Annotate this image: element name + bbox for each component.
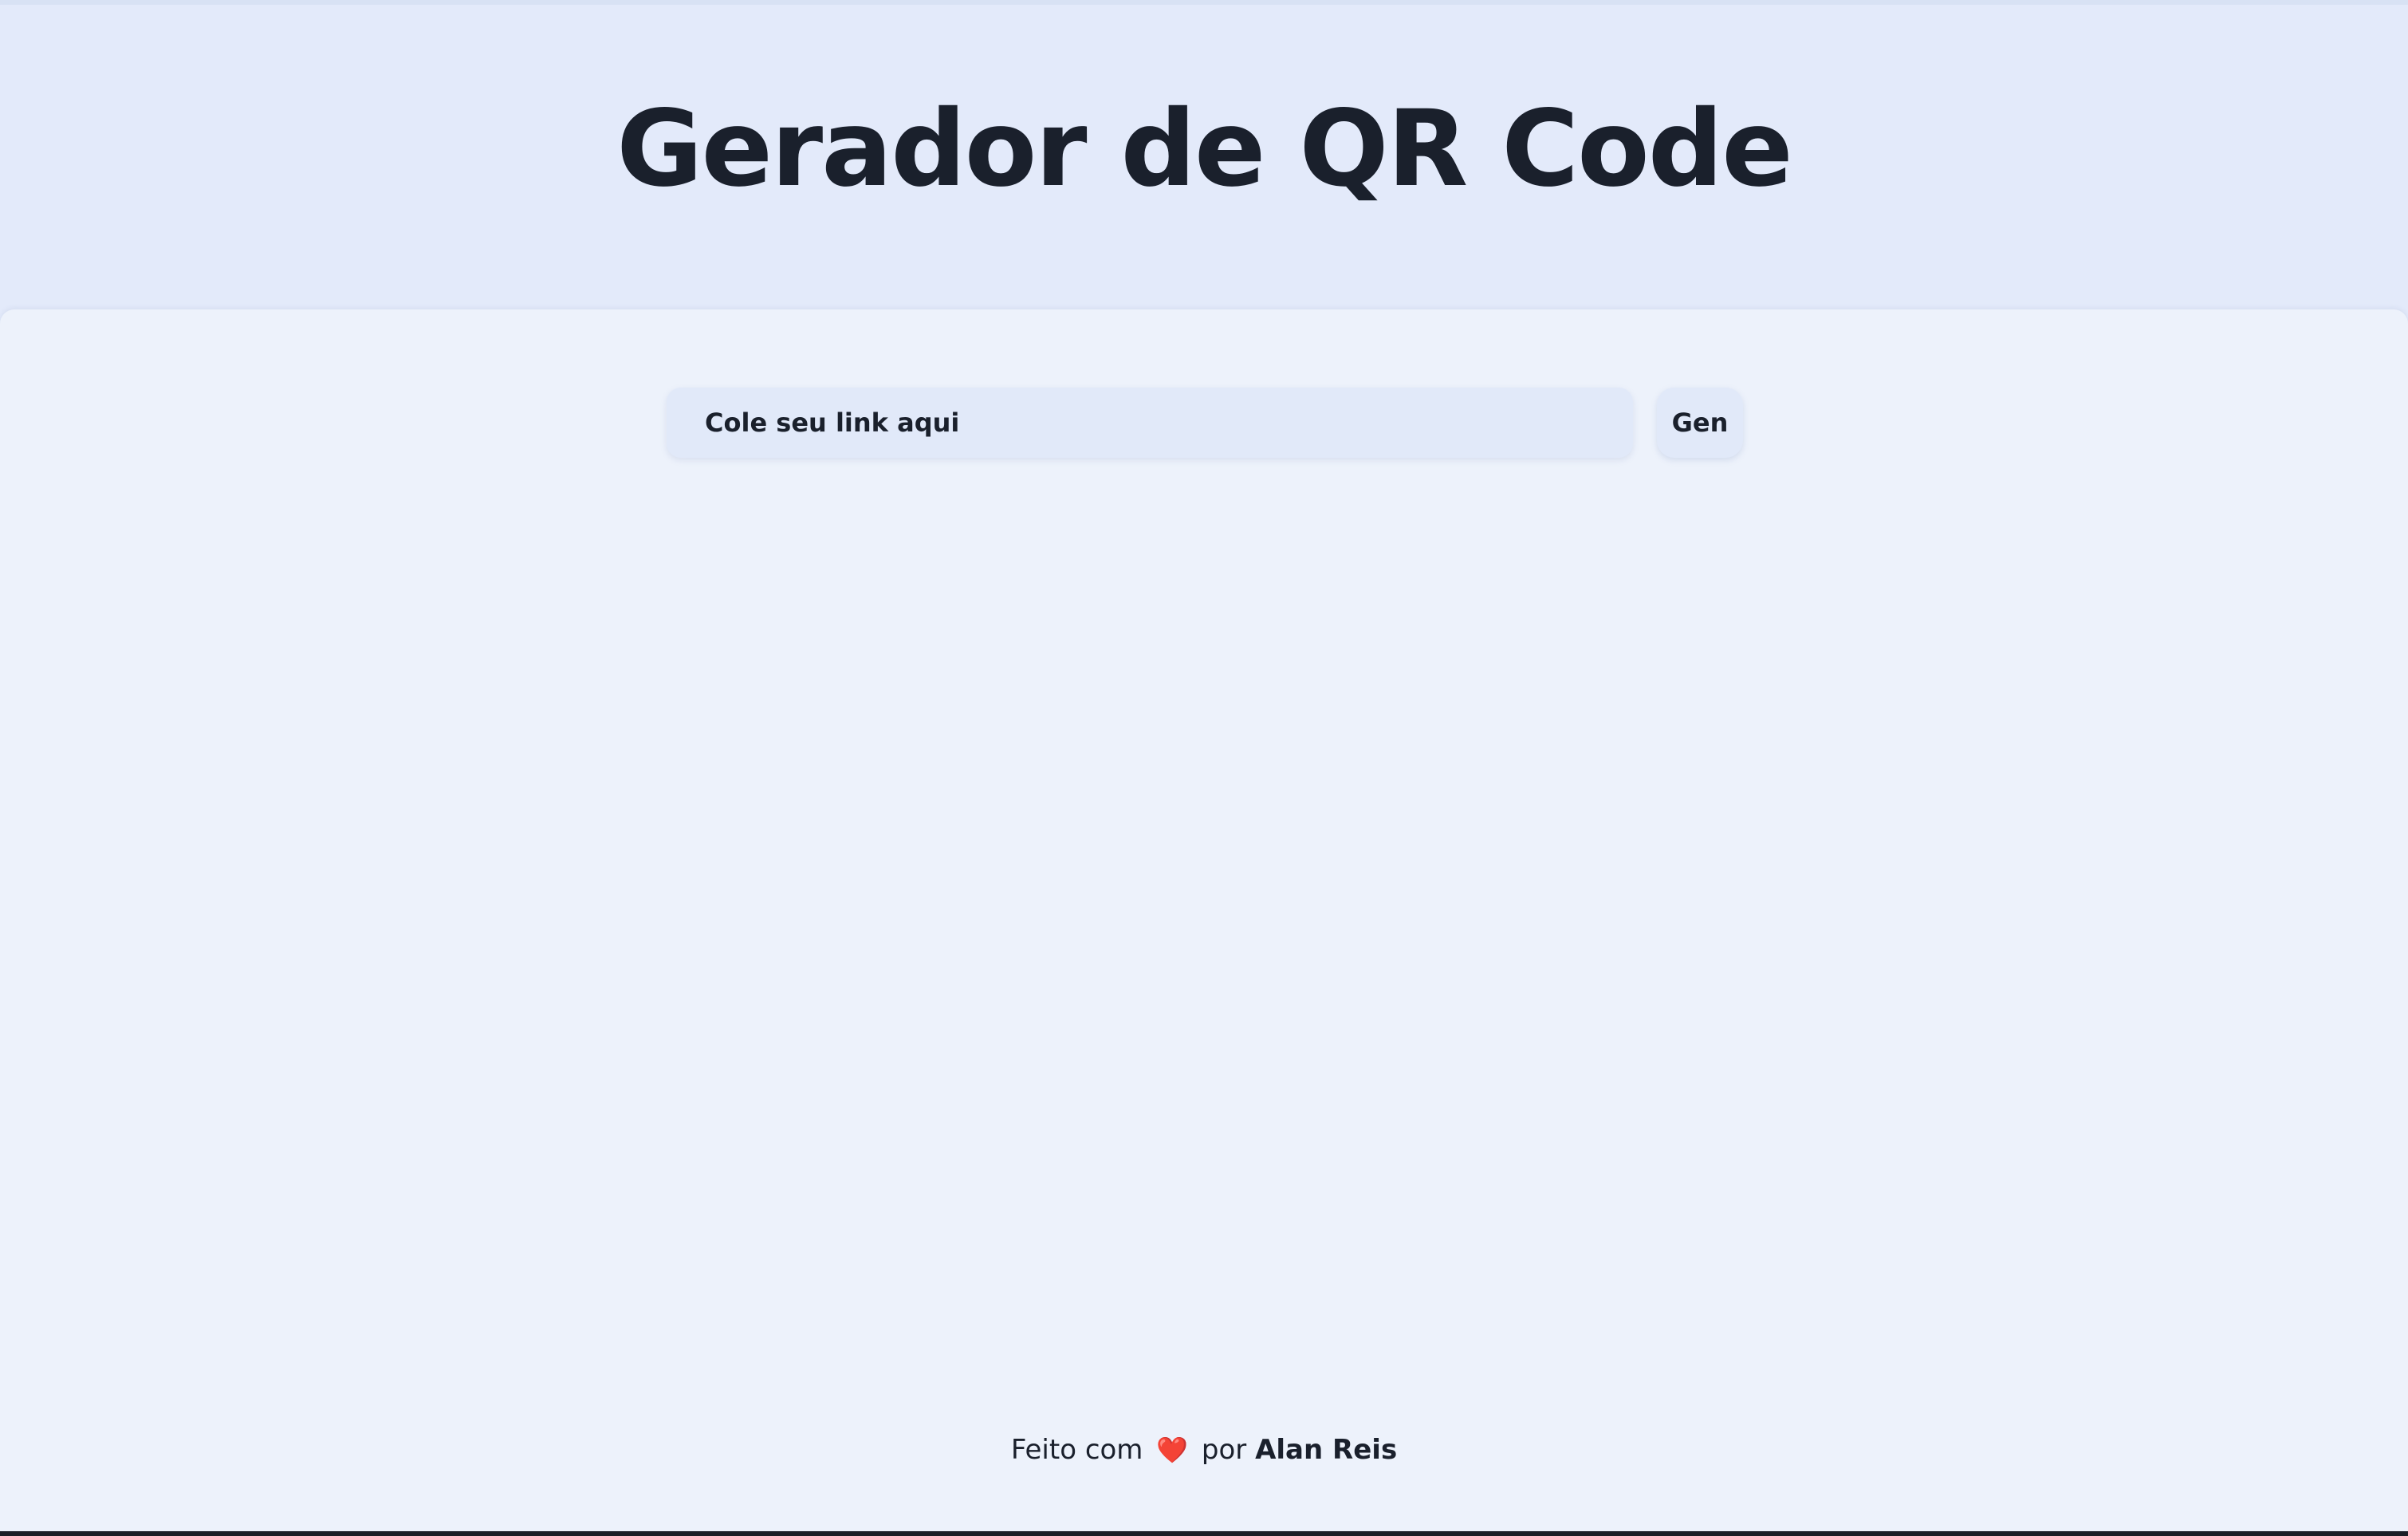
main-panel: Gen Feito com ❤️ por Alan Reis [0, 309, 2408, 1531]
app-window: Gerador de QR Code Gen Feito com ❤️ por … [0, 0, 2408, 1531]
qr-form: Gen [667, 388, 1743, 458]
footer-by: por [1201, 1434, 1247, 1466]
footer-made-with: Feito com [1010, 1434, 1143, 1466]
page-header: Gerador de QR Code [0, 5, 2408, 309]
page-title: Gerador de QR Code [616, 88, 1793, 211]
footer: Feito com ❤️ por Alan Reis [0, 1434, 2408, 1466]
heart-icon: ❤️ [1156, 1435, 1189, 1465]
link-input[interactable] [667, 388, 1633, 458]
generate-button[interactable]: Gen [1657, 388, 1743, 458]
footer-author[interactable]: Alan Reis [1255, 1434, 1397, 1466]
